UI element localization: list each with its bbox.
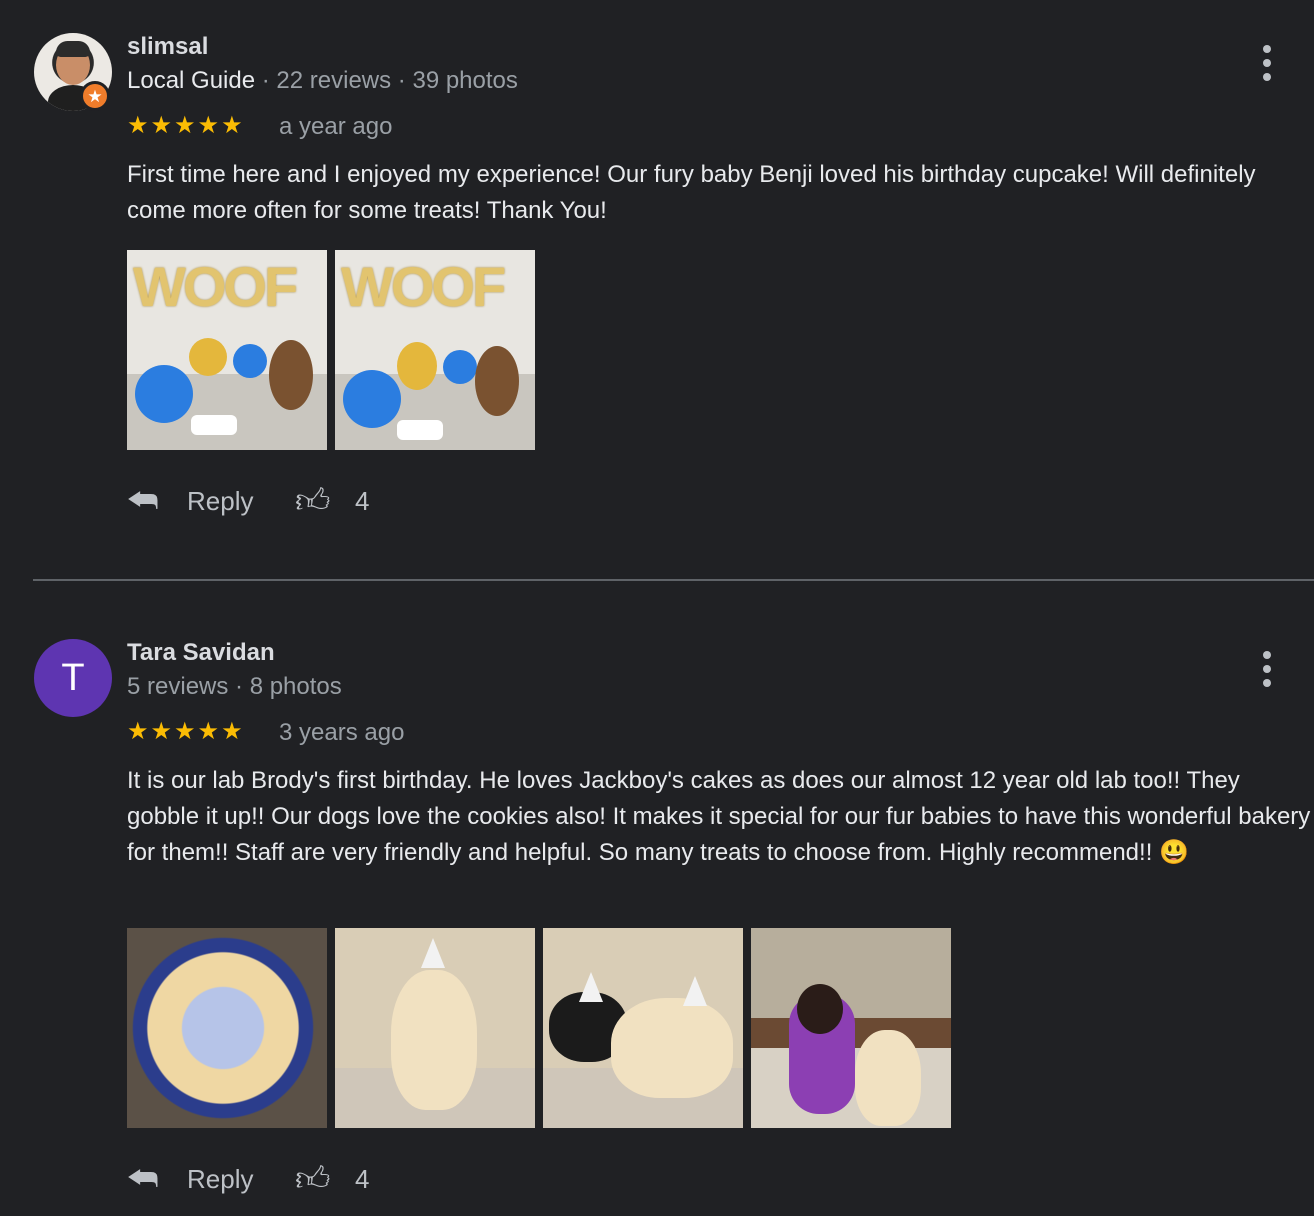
- party-hat-art: [683, 976, 707, 1006]
- star-rating: ★★★★★: [127, 112, 245, 139]
- avatar-hair: [56, 41, 90, 57]
- review-card: T Tara Savidan 5 reviews · 8 photos ★★★★…: [0, 639, 1314, 1216]
- review-photo[interactable]: [543, 928, 743, 1128]
- person-head-art: [797, 984, 843, 1034]
- review-photo[interactable]: [751, 928, 951, 1128]
- review-counts: · 22 reviews · 39 photos: [255, 67, 518, 94]
- like-count: 4: [355, 1164, 370, 1194]
- cupcake-art: [191, 415, 237, 435]
- balloon-art: [233, 344, 267, 378]
- star-rating: ★★★★★: [127, 718, 245, 745]
- thumbs-up-icon[interactable]: 👍︎: [295, 1159, 355, 1200]
- dog-art: [391, 970, 477, 1110]
- woof-balloon-art: WOOF: [341, 255, 506, 318]
- reply-arrow-icon[interactable]: ⮪: [127, 482, 187, 521]
- reviewer-name[interactable]: slimsal: [127, 33, 208, 61]
- review-photos: [127, 928, 951, 1128]
- reviewer-meta: Local Guide · 22 reviews · 39 photos: [127, 67, 518, 95]
- review-photos: WOOF WOOF: [127, 250, 535, 450]
- reply-arrow-icon[interactable]: ⮪: [127, 1160, 187, 1199]
- local-guide-label: Local Guide: [127, 67, 256, 94]
- local-guide-star-icon: ★: [80, 81, 110, 111]
- party-hat-art: [579, 972, 603, 1002]
- review-photo[interactable]: WOOF: [335, 250, 535, 450]
- like-count: 4: [355, 486, 370, 516]
- party-hat-art: [421, 938, 445, 968]
- review-counts: 5 reviews · 8 photos: [127, 673, 342, 700]
- reply-button[interactable]: Reply: [187, 486, 295, 517]
- review-date: a year ago: [279, 113, 393, 140]
- review-photo[interactable]: [127, 928, 327, 1128]
- dog-art: [611, 998, 733, 1098]
- review-actions: ⮪ Reply 👍︎ 4: [127, 481, 369, 522]
- balloon-art: [443, 350, 477, 384]
- balloon-art: [135, 365, 193, 423]
- cupcake-art: [397, 420, 443, 440]
- review-date: 3 years ago: [279, 719, 405, 746]
- review-text: First time here and I enjoyed my experie…: [127, 161, 1256, 224]
- balloon-art: [343, 370, 401, 428]
- more-vertical-icon[interactable]: [1257, 651, 1277, 687]
- review-card: ★ slimsal Local Guide · 22 reviews · 39 …: [0, 33, 1314, 553]
- dog-art: [855, 1030, 921, 1126]
- review-divider: [33, 579, 1314, 581]
- review-photo[interactable]: WOOF: [127, 250, 327, 450]
- dog-art: [269, 340, 313, 410]
- balloon-art: [189, 338, 227, 376]
- review-actions: ⮪ Reply 👍︎ 4: [127, 1159, 369, 1200]
- reviewer-avatar[interactable]: T: [34, 639, 112, 717]
- more-vertical-icon[interactable]: [1257, 45, 1277, 81]
- reply-button[interactable]: Reply: [187, 1164, 295, 1195]
- balloon-art: [397, 342, 437, 390]
- reviewer-name[interactable]: Tara Savidan: [127, 639, 275, 667]
- woof-balloon-art: WOOF: [133, 255, 298, 318]
- review-photo[interactable]: [335, 928, 535, 1128]
- dog-art: [475, 346, 519, 416]
- review-text: It is our lab Brody's first birthday. He…: [127, 767, 1311, 866]
- thumbs-up-icon[interactable]: 👍︎: [295, 481, 355, 522]
